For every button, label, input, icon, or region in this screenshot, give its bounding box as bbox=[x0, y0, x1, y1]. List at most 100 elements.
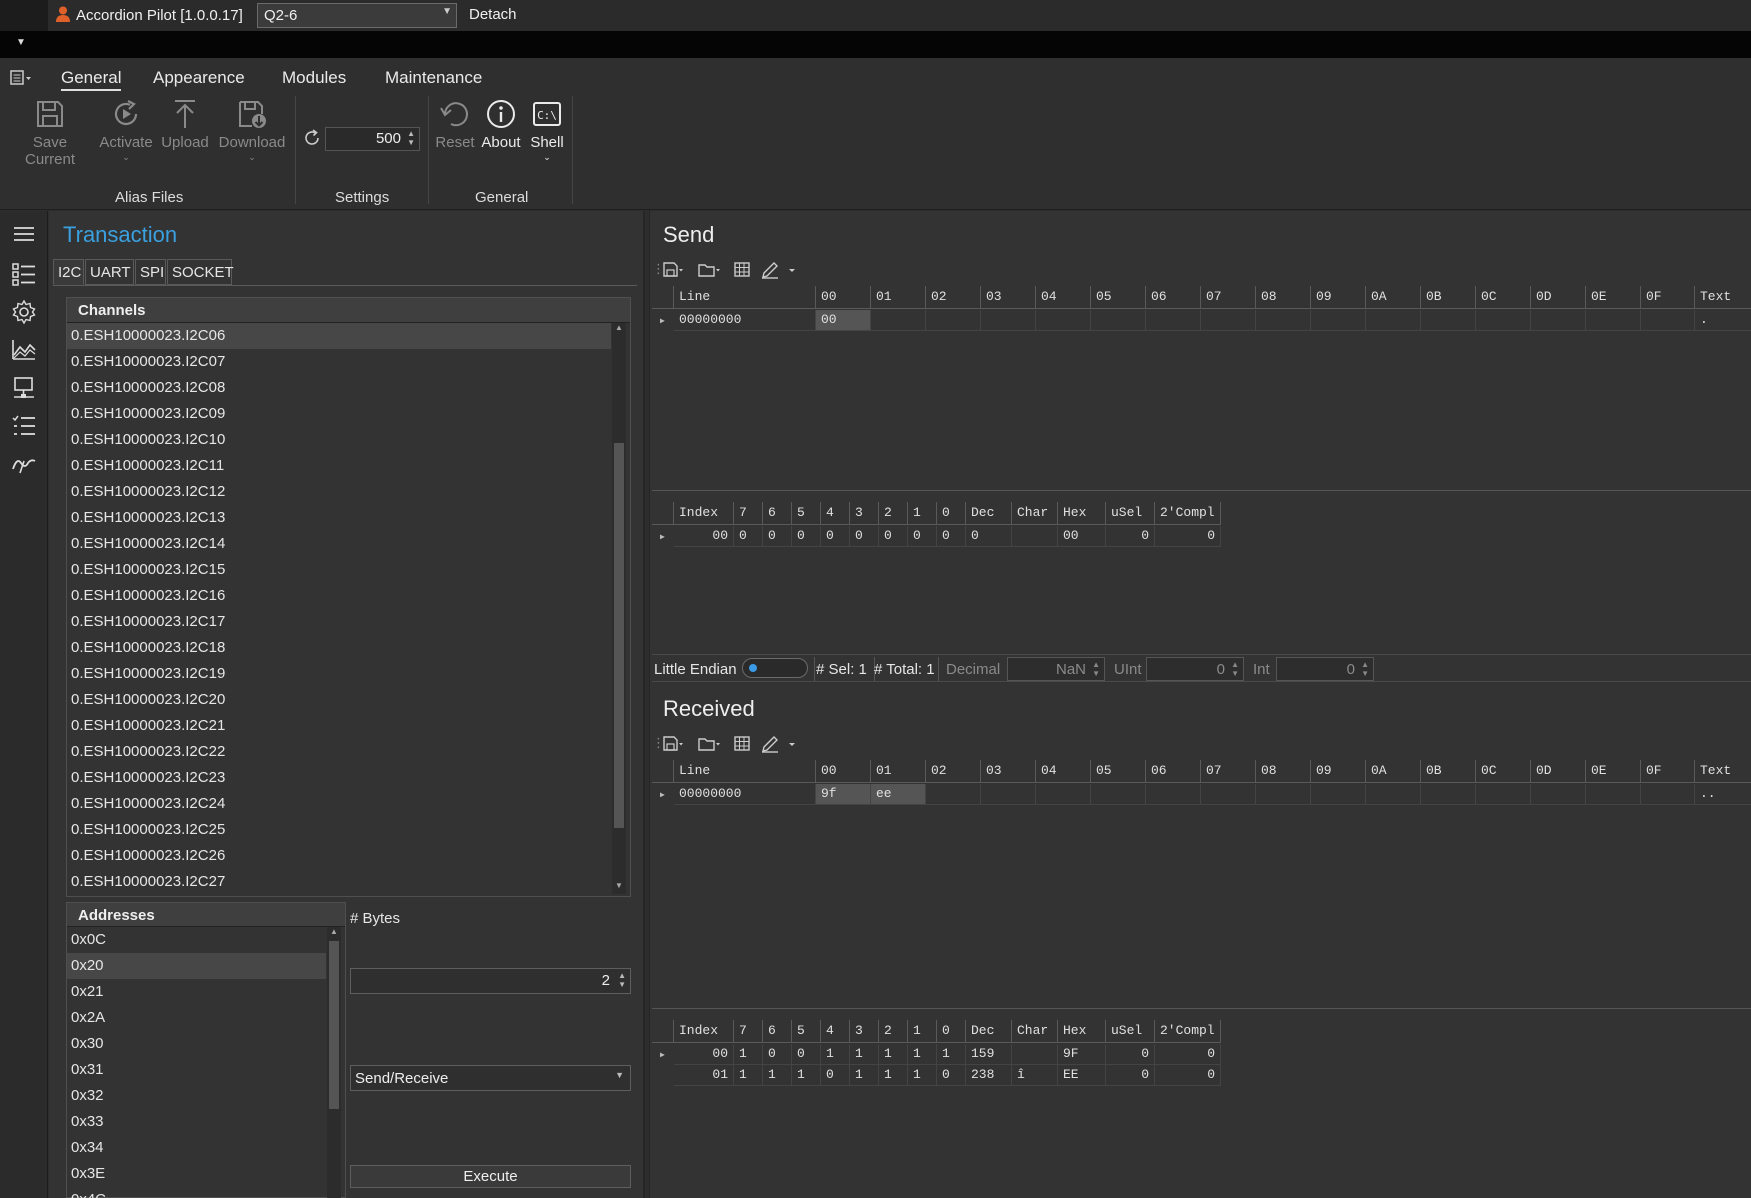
bit-cell[interactable]: 0 bbox=[1155, 1044, 1221, 1065]
edit-pen-icon[interactable] bbox=[761, 735, 785, 753]
scroll-down-icon[interactable]: ▼ bbox=[612, 881, 626, 890]
bit-cell[interactable]: 0 bbox=[966, 526, 1012, 547]
bit-column-header[interactable]: 0 bbox=[937, 1020, 966, 1043]
hex-column-header[interactable]: 05 bbox=[1091, 760, 1146, 783]
tab-maintenance[interactable]: Maintenance bbox=[385, 68, 482, 88]
bit-cell[interactable]: EE bbox=[1058, 1065, 1106, 1086]
hamburger-menu-icon[interactable] bbox=[11, 221, 37, 247]
address-list-item[interactable]: 0x30 bbox=[67, 1031, 326, 1057]
hex-byte-cell[interactable] bbox=[871, 310, 926, 331]
bit-column-header[interactable]: Hex bbox=[1058, 1020, 1106, 1043]
bit-cell[interactable]: 0 bbox=[937, 1065, 966, 1086]
send-hex-grid[interactable]: Line 00 01 02 03 04 05 06 07 08 09 0A 0B 0C 0D 0E 0F Text… bbox=[652, 286, 1751, 490]
hex-column-header[interactable]: 0C bbox=[1476, 760, 1531, 783]
bit-column-header[interactable]: uSel bbox=[1106, 502, 1155, 525]
hex-byte-cell[interactable] bbox=[1531, 310, 1586, 331]
bytes-stepper[interactable]: 2 ▲ ▼ bbox=[350, 968, 631, 994]
hex-byte-cell[interactable] bbox=[1586, 784, 1641, 805]
stepper-arrows-icon[interactable]: ▲ ▼ bbox=[1361, 660, 1369, 678]
bit-column-header[interactable]: 3 bbox=[850, 1020, 879, 1043]
hex-column-header[interactable]: 03 bbox=[981, 286, 1036, 309]
more-dropdown-icon[interactable] bbox=[786, 261, 810, 279]
hex-column-header[interactable]: Line bbox=[674, 286, 816, 309]
tab-socket[interactable]: SOCKET bbox=[167, 259, 234, 285]
edit-pen-icon[interactable] bbox=[761, 261, 785, 279]
channel-list-item[interactable]: 0.ESH10000023.I2C09 bbox=[67, 401, 611, 427]
stepper-arrows-icon[interactable]: ▲ ▼ bbox=[1231, 660, 1239, 678]
tab-appearence[interactable]: Appearence bbox=[153, 68, 245, 88]
hex-byte-cell[interactable] bbox=[1476, 784, 1531, 805]
hex-byte-cell[interactable] bbox=[1036, 784, 1091, 805]
hex-byte-cell[interactable] bbox=[1366, 784, 1421, 805]
bit-column-header[interactable]: Dec bbox=[966, 1020, 1012, 1043]
hex-byte-cell[interactable] bbox=[1476, 310, 1531, 331]
bit-cell[interactable]: 0 bbox=[763, 526, 792, 547]
hex-byte-cell[interactable] bbox=[1146, 310, 1201, 331]
hex-byte-cell[interactable] bbox=[1091, 310, 1146, 331]
bit-cell[interactable]: 0 bbox=[1106, 1065, 1155, 1086]
mode-select[interactable]: Send/Receive ▼ bbox=[350, 1065, 631, 1091]
hex-byte-cell[interactable] bbox=[1256, 784, 1311, 805]
bit-cell[interactable]: 0 bbox=[908, 526, 937, 547]
hex-column-header[interactable]: 01 bbox=[871, 286, 926, 309]
bit-cell[interactable]: 1 bbox=[908, 1065, 937, 1086]
scroll-up-icon[interactable]: ▲ bbox=[327, 927, 341, 936]
hex-text-cell[interactable]: . bbox=[1695, 310, 1751, 331]
hex-byte-cell[interactable] bbox=[1311, 784, 1366, 805]
table-grid-icon[interactable] bbox=[734, 735, 758, 753]
address-list-item[interactable]: 0x34 bbox=[67, 1135, 326, 1161]
activate-dropdown-icon[interactable]: ⌄ bbox=[96, 152, 156, 163]
shell-dropdown-icon[interactable]: ⌄ bbox=[527, 152, 567, 163]
execute-button[interactable]: Execute bbox=[350, 1165, 631, 1188]
send-bit-grid[interactable]: Index 7 6 5 4 3 2 1 0 Dec Char Hex uSel 2'Compl ▶ 00 0 0 0… bbox=[652, 502, 1751, 652]
stepper-arrows-icon[interactable]: ▲ ▼ bbox=[618, 971, 626, 989]
save-current-button[interactable]: Save Current bbox=[6, 98, 94, 168]
hex-column-header[interactable]: 01 bbox=[871, 760, 926, 783]
hex-byte-cell[interactable] bbox=[1146, 784, 1201, 805]
bit-cell[interactable]: 0 bbox=[1155, 526, 1221, 547]
device-select[interactable]: Q2-6 ▼ bbox=[257, 3, 457, 28]
address-list-item[interactable]: 0x20 bbox=[67, 953, 326, 979]
received-bit-grid[interactable]: Index 7 6 5 4 3 2 1 0 Dec Char Hex uSel 2'Compl ▶ 00 1 0 0… bbox=[652, 1020, 1751, 1198]
hex-byte-cell[interactable] bbox=[926, 310, 981, 331]
more-dropdown-icon[interactable] bbox=[786, 735, 810, 753]
bit-cell[interactable]: 1 bbox=[821, 1044, 850, 1065]
channel-list-item[interactable]: 0.ESH10000023.I2C08 bbox=[67, 375, 611, 401]
open-folder-icon[interactable] bbox=[698, 261, 722, 279]
hex-column-header[interactable]: 02 bbox=[926, 286, 981, 309]
bit-cell[interactable]: 0 bbox=[850, 526, 879, 547]
scroll-up-icon[interactable]: ▲ bbox=[612, 323, 626, 332]
hex-column-header[interactable]: 07 bbox=[1201, 286, 1256, 309]
bit-cell[interactable]: 0 bbox=[792, 1044, 821, 1065]
channel-list-item[interactable]: 0.ESH10000023.I2C07 bbox=[67, 349, 611, 375]
address-list-item[interactable]: 0x21 bbox=[67, 979, 326, 1005]
bit-column-header[interactable]: Index bbox=[674, 1020, 734, 1043]
channel-list-item[interactable]: 0.ESH10000023.I2C10 bbox=[67, 427, 611, 453]
hex-column-header[interactable]: 0A bbox=[1366, 286, 1421, 309]
channel-list-item[interactable]: 0.ESH10000023.I2C22 bbox=[67, 739, 611, 765]
bit-column-header[interactable]: 5 bbox=[792, 502, 821, 525]
bit-column-header[interactable]: 2 bbox=[879, 1020, 908, 1043]
hex-line-cell[interactable]: 00000000 bbox=[674, 310, 816, 331]
hex-line-cell[interactable]: 00000000 bbox=[674, 784, 816, 805]
bit-cell[interactable]: 1 bbox=[850, 1044, 879, 1065]
bit-cell[interactable]: 238 bbox=[966, 1065, 1012, 1086]
bit-column-header[interactable]: Index bbox=[674, 502, 734, 525]
bit-column-header[interactable]: 2 bbox=[879, 502, 908, 525]
hex-byte-cell[interactable] bbox=[1586, 310, 1641, 331]
bit-cell[interactable]: 1 bbox=[792, 1065, 821, 1086]
int-field[interactable]: 0 ▲ ▼ bbox=[1276, 657, 1374, 681]
hex-column-header[interactable]: 0E bbox=[1586, 286, 1641, 309]
bit-cell[interactable]: 0 bbox=[1155, 1065, 1221, 1086]
signal-wave-icon[interactable] bbox=[11, 451, 37, 477]
bit-cell[interactable]: 0 bbox=[763, 1044, 792, 1065]
bit-column-header[interactable]: 1 bbox=[908, 1020, 937, 1043]
address-list-scrollbar[interactable]: ▲ bbox=[327, 927, 341, 1198]
hex-byte-cell[interactable] bbox=[1366, 310, 1421, 331]
channel-list-item[interactable]: 0.ESH10000023.I2C17 bbox=[67, 609, 611, 635]
hex-byte-cell[interactable] bbox=[1091, 784, 1146, 805]
bit-cell[interactable]: 0 bbox=[879, 526, 908, 547]
hex-column-header[interactable]: 0B bbox=[1421, 760, 1476, 783]
shell-button[interactable]: C:\ Shell ⌄ bbox=[527, 98, 567, 163]
hex-byte-cell[interactable] bbox=[1201, 310, 1256, 331]
